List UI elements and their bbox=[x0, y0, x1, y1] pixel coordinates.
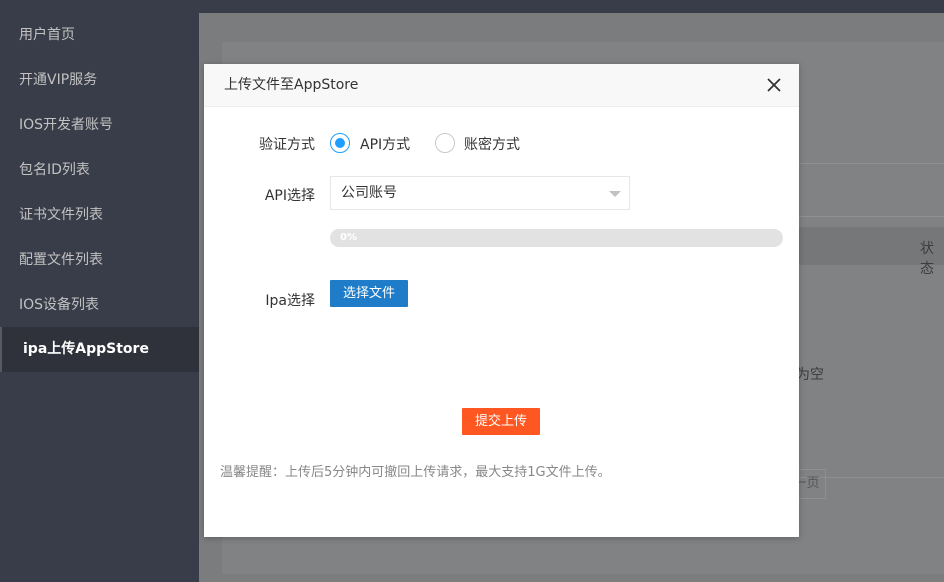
close-icon[interactable] bbox=[765, 76, 783, 94]
radio-password[interactable] bbox=[435, 133, 455, 153]
top-bar bbox=[0, 0, 944, 13]
sidebar-item-bundle-id[interactable]: 包名ID列表 bbox=[0, 148, 199, 193]
api-select-value: 公司账号 bbox=[341, 185, 397, 201]
upload-dialog: 上传文件至AppStore 验证方式 API方式 账密方式 API选择 公司账号… bbox=[204, 64, 799, 537]
sidebar-item-certificates[interactable]: 证书文件列表 bbox=[0, 193, 199, 238]
upload-progress-bar: 0% bbox=[330, 229, 783, 247]
api-select-label: API选择 bbox=[264, 188, 315, 204]
radio-api-label[interactable]: API方式 bbox=[360, 134, 410, 154]
submit-upload-button[interactable]: 提交上传 bbox=[462, 408, 540, 435]
table-column-status: 状态 bbox=[920, 241, 934, 277]
ipa-select-label: Ipa选择 bbox=[265, 293, 315, 309]
sidebar-item-home[interactable]: 用户首页 bbox=[0, 13, 199, 58]
sidebar-item-vip[interactable]: 开通VIP服务 bbox=[0, 58, 199, 103]
choose-file-button[interactable]: 选择文件 bbox=[330, 280, 408, 307]
radio-password-label[interactable]: 账密方式 bbox=[464, 134, 520, 154]
sidebar: 用户首页 开通VIP服务 IOS开发者账号 包名ID列表 证书文件列表 配置文件… bbox=[0, 13, 199, 582]
sidebar-item-devices[interactable]: IOS设备列表 bbox=[0, 283, 199, 328]
progress-text: 0% bbox=[340, 232, 357, 243]
api-select[interactable]: 公司账号 bbox=[330, 176, 630, 210]
dialog-header: 上传文件至AppStore bbox=[204, 64, 799, 107]
radio-api[interactable] bbox=[330, 133, 350, 153]
verify-method-label: 验证方式 bbox=[259, 137, 315, 153]
sidebar-item-profiles[interactable]: 配置文件列表 bbox=[0, 238, 199, 283]
empty-table-text: 为空 bbox=[796, 367, 824, 383]
dialog-title: 上传文件至AppStore bbox=[224, 77, 359, 93]
sidebar-item-developer-account[interactable]: IOS开发者账号 bbox=[0, 103, 199, 148]
sidebar-item-ipa-upload[interactable]: ipa上传AppStore bbox=[0, 327, 199, 372]
chevron-down-icon bbox=[609, 191, 621, 197]
tip-text: 温馨提醒：上传后5分钟内可撤回上传请求，最大支持1G文件上传。 bbox=[220, 465, 611, 480]
